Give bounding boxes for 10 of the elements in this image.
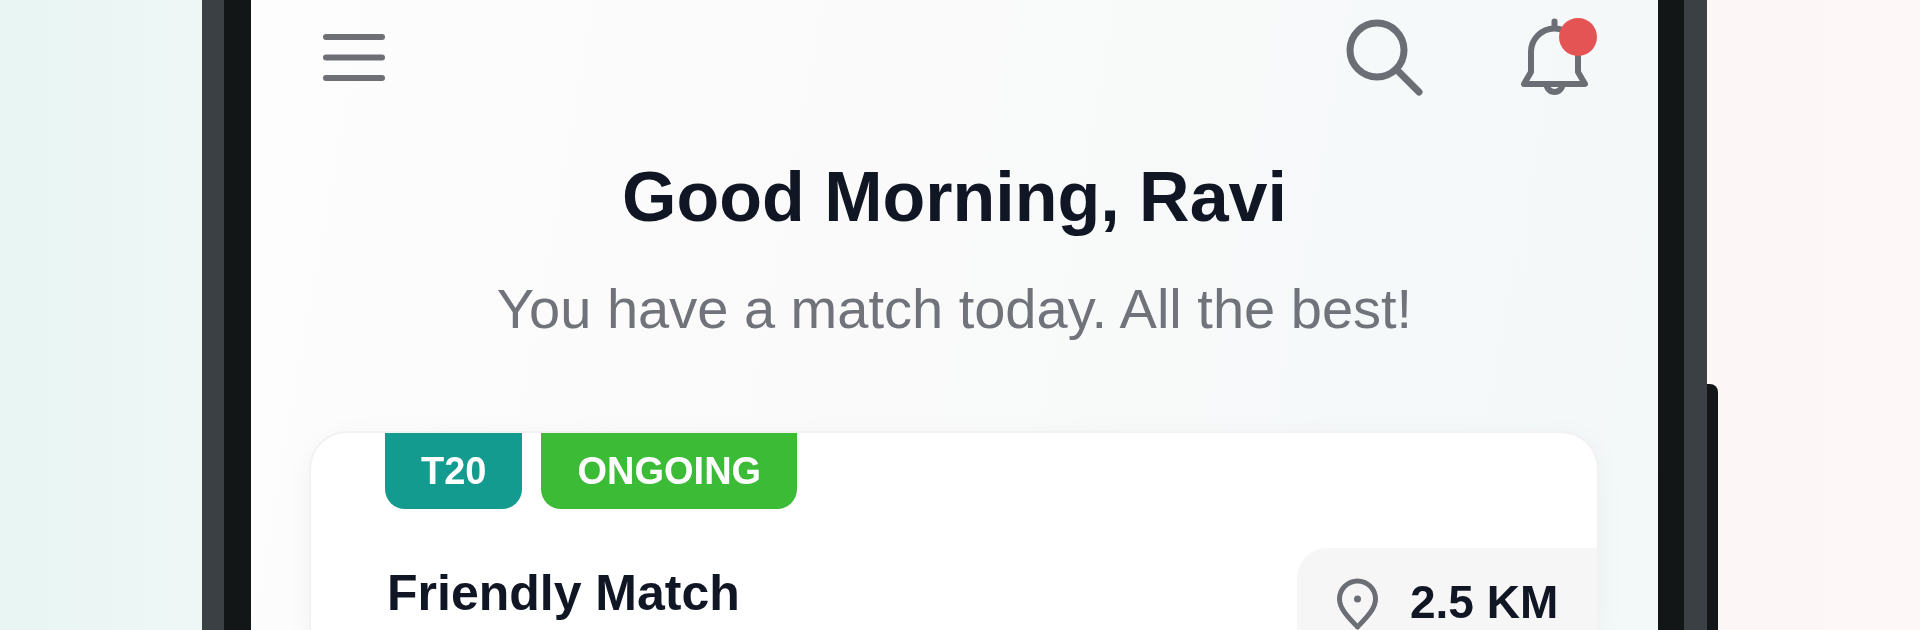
location-pin-icon [1335,577,1380,630]
match-tag: T20 [385,433,523,509]
distance-text: 2.5 KM [1410,575,1559,630]
greeting-subtitle: You have a match today. All the best! [495,276,1414,342]
match-title: Friendly Match [387,564,740,623]
greeting-title: Good Morning, Ravi [621,157,1288,238]
match-card[interactable]: T20 ONGOING Friendly Match 2.5 KM [311,433,1597,630]
search-icon[interactable] [1346,18,1423,96]
menu-icon[interactable] [323,33,385,81]
match-tag: ONGOING [541,433,798,509]
